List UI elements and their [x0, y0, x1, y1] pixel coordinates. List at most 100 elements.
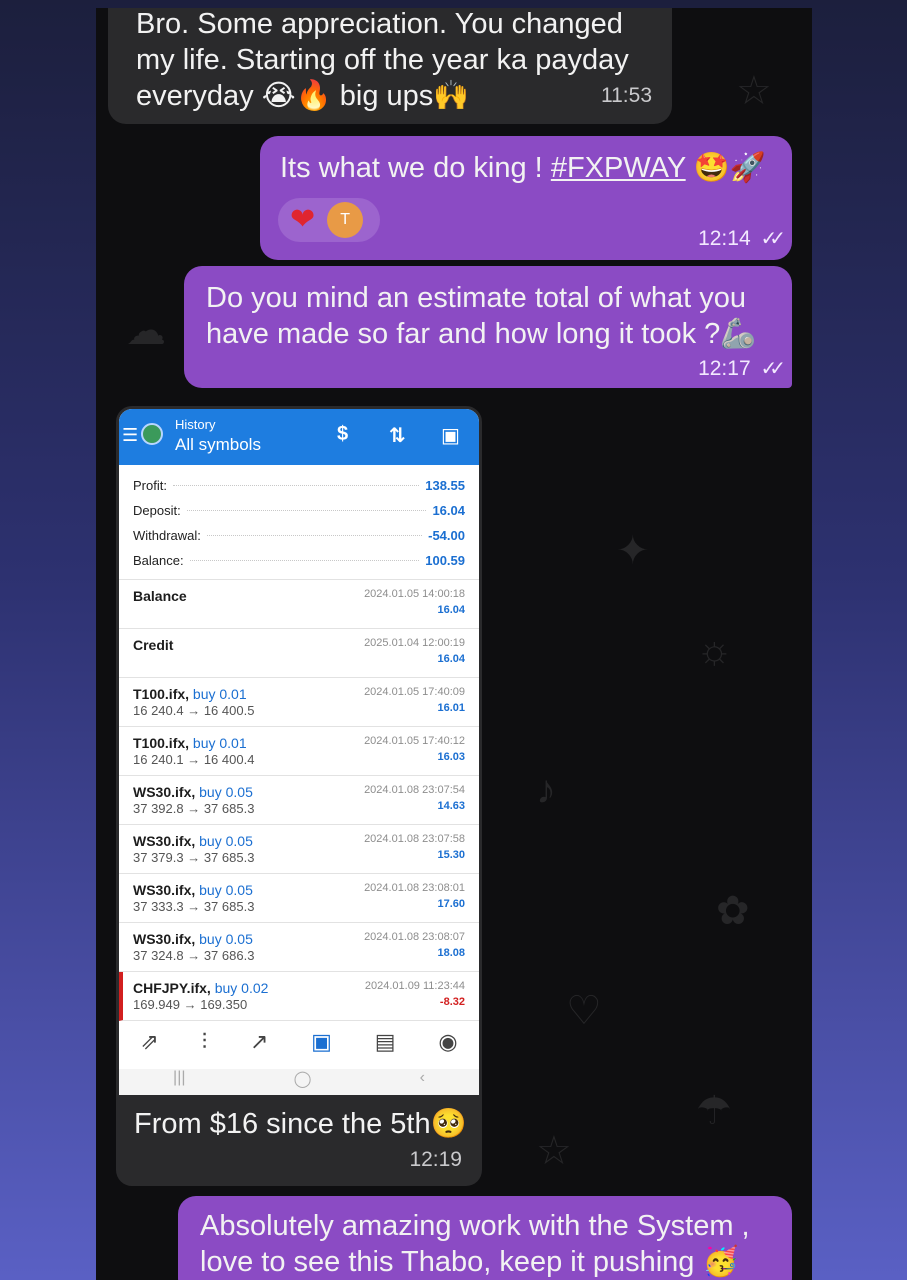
- calendar-icon: ▣: [441, 425, 460, 447]
- deal-symbol-name: Balance: [133, 588, 187, 604]
- summary-label: Withdrawal:: [133, 528, 201, 543]
- message-incoming[interactable]: Bro. Some appreciation. You changed my l…: [108, 8, 672, 124]
- summary-label: Deposit:: [133, 503, 181, 518]
- doodle-note-icon: ♪: [536, 768, 556, 812]
- recents-icon: |||: [173, 1069, 186, 1086]
- deal-prices: 169.949 → 169.350: [133, 997, 248, 1012]
- news-icon[interactable]: ▤: [375, 1029, 396, 1055]
- summary-row: Deposit: 16.04: [133, 498, 465, 523]
- back-icon: ‹: [419, 1069, 425, 1086]
- candles-icon[interactable]: ⫶: [202, 1029, 208, 1055]
- heart-reaction-icon: ❤: [290, 203, 316, 236]
- home-icon: ◯: [293, 1071, 312, 1088]
- message-text: Its what we do king ! #FXPWAY 🤩🚀: [280, 150, 766, 186]
- trade-history-screenshot[interactable]: ☰ History All symbols $ ⇅ ▣ Profit: 138.…: [116, 406, 482, 1098]
- avatar: T: [327, 202, 364, 238]
- message-emoji: 🤩🚀: [693, 152, 766, 184]
- deal-symbol-name: T100.ifx,: [133, 686, 190, 702]
- message-time: 12:14 ✓✓: [698, 226, 786, 251]
- deal-side: buy 0.02: [214, 980, 269, 996]
- message-outgoing[interactable]: Do you mind an estimate total of what yo…: [184, 266, 792, 388]
- deal-side: buy 0.01: [192, 735, 247, 751]
- deal-side: buy 0.05: [199, 784, 253, 800]
- deal-symbol-name: WS30.ifx,: [133, 833, 196, 849]
- message-time: 12:19: [409, 1148, 462, 1171]
- currency-filter-icon: $: [337, 423, 349, 445]
- doodle-star-icon: ✦: [616, 529, 650, 573]
- deal-row[interactable]: T100.ifx, buy 0.01 16 240.4 → 16 400.5 2…: [119, 678, 479, 727]
- summary-row: Withdrawal: -54.00: [133, 523, 465, 548]
- hashtag-link[interactable]: #FXPWAY: [551, 152, 686, 184]
- deal-symbol-name: T100.ifx,: [133, 735, 190, 751]
- message-outgoing[interactable]: Its what we do king ! #FXPWAY 🤩🚀 ❤ T 12:…: [260, 136, 792, 260]
- deal-time: 2024.01.05 17:40:12: [364, 735, 465, 747]
- message-text: Absolutely amazing work with the System …: [200, 1210, 750, 1278]
- deal-time: 2024.01.05 17:40:09: [364, 686, 465, 698]
- deal-symbol-name: WS30.ifx,: [133, 784, 196, 800]
- doodle-umbrella-icon: ☂: [696, 1089, 732, 1133]
- app-logo-icon: [141, 423, 163, 445]
- deal-profit: 18.08: [437, 947, 465, 959]
- message-time: 11:53: [601, 84, 652, 107]
- trade-arrows-icon[interactable]: ⇗: [140, 1029, 158, 1055]
- summary-value: 138.55: [425, 478, 465, 493]
- deal-symbol-name: WS30.ifx,: [133, 931, 196, 947]
- message-text-part: Its what we do king !: [280, 152, 551, 184]
- screenshot-tab-bar: ⇗ ⫶ ↗ ▣ ▤ ◉: [119, 1017, 479, 1067]
- deal-row[interactable]: T100.ifx, buy 0.01 16 240.1 → 16 400.4 2…: [119, 727, 479, 776]
- deal-row[interactable]: CHFJPY.ifx, buy 0.02 169.949 → 169.350 2…: [119, 972, 479, 1021]
- message-outgoing[interactable]: Absolutely amazing work with the System …: [178, 1196, 792, 1280]
- doodle-flower-icon: ✿: [716, 889, 750, 933]
- deal-profit: -8.32: [439, 996, 465, 1008]
- deal-prices: 16 240.1 → 16 400.4: [133, 752, 255, 767]
- doodle-heart-icon: ♡: [566, 989, 602, 1033]
- deal-side: buy 0.05: [199, 833, 253, 849]
- chat-icon[interactable]: ◉: [438, 1029, 457, 1055]
- deal-time: 2024.01.08 23:07:58: [364, 833, 465, 845]
- message-time-text: 12:14: [698, 227, 751, 250]
- deal-profit: 16.04: [437, 604, 465, 616]
- chart-icon[interactable]: ↗: [250, 1029, 268, 1055]
- summary-label: Balance:: [133, 553, 184, 568]
- message-text: Bro. Some appreciation. You changed my l…: [136, 8, 629, 112]
- deal-side: buy 0.01: [192, 686, 247, 702]
- header-subtitle: History: [175, 417, 216, 432]
- menu-icon: ☰: [122, 425, 139, 445]
- summary-value: -54.00: [428, 528, 465, 543]
- message-text: Do you mind an estimate total of what yo…: [206, 282, 757, 350]
- reactions-pill[interactable]: ❤ T: [278, 198, 380, 242]
- deal-prices: 37 392.8 → 37 685.3: [133, 801, 255, 816]
- deal-time: 2024.01.08 23:07:54: [364, 784, 465, 796]
- deal-profit: 16.04: [437, 653, 465, 665]
- sort-icon: ⇅: [389, 425, 406, 447]
- deal-row[interactable]: WS30.ifx, buy 0.05 37 379.3 → 37 685.3 2…: [119, 825, 479, 874]
- summary-row: Profit: 138.55: [133, 473, 465, 498]
- deal-prices: 37 324.8 → 37 686.3: [133, 948, 255, 963]
- deal-row[interactable]: WS30.ifx, buy 0.05 37 324.8 → 37 686.3 2…: [119, 923, 479, 972]
- deal-symbol-name: Credit: [133, 637, 174, 653]
- history-icon[interactable]: ▣: [311, 1029, 332, 1055]
- deal-symbol-name: WS30.ifx,: [133, 882, 196, 898]
- deal-prices: 37 379.3 → 37 685.3: [133, 850, 255, 865]
- deal-profit: 16.03: [437, 751, 465, 763]
- deal-row[interactable]: Balance 2024.01.05 14:00:18 16.04: [119, 580, 479, 629]
- doodle-star-icon: ☆: [736, 69, 772, 113]
- deal-side: buy 0.05: [199, 931, 253, 947]
- message-incoming[interactable]: From $16 since the 5th🥺 12:19: [116, 1098, 482, 1186]
- summary-value: 100.59: [425, 553, 465, 568]
- deal-prices: 16 240.4 → 16 400.5: [133, 703, 255, 718]
- deal-row[interactable]: Credit 2025.01.04 12:00:19 16.04: [119, 629, 479, 678]
- summary-value: 16.04: [432, 503, 465, 518]
- deal-profit: 16.01: [437, 702, 465, 714]
- message-time: 12:17 ✓✓: [698, 356, 786, 381]
- deal-row[interactable]: WS30.ifx, buy 0.05 37 392.8 → 37 685.3 2…: [119, 776, 479, 825]
- deal-row[interactable]: WS30.ifx, buy 0.05 37 333.3 → 37 685.3 2…: [119, 874, 479, 923]
- deal-time: 2024.01.08 23:08:07: [364, 931, 465, 943]
- deal-time: 2024.01.08 23:08:01: [364, 882, 465, 894]
- doodle-star-icon: ☆: [536, 1129, 572, 1173]
- deal-time: 2024.01.09 11:23:44: [364, 980, 465, 992]
- read-ticks-icon: ✓✓: [760, 228, 785, 250]
- deal-side: buy 0.05: [199, 882, 253, 898]
- deal-time: 2024.01.05 14:00:18: [364, 588, 465, 600]
- deal-profit: 15.30: [437, 849, 465, 861]
